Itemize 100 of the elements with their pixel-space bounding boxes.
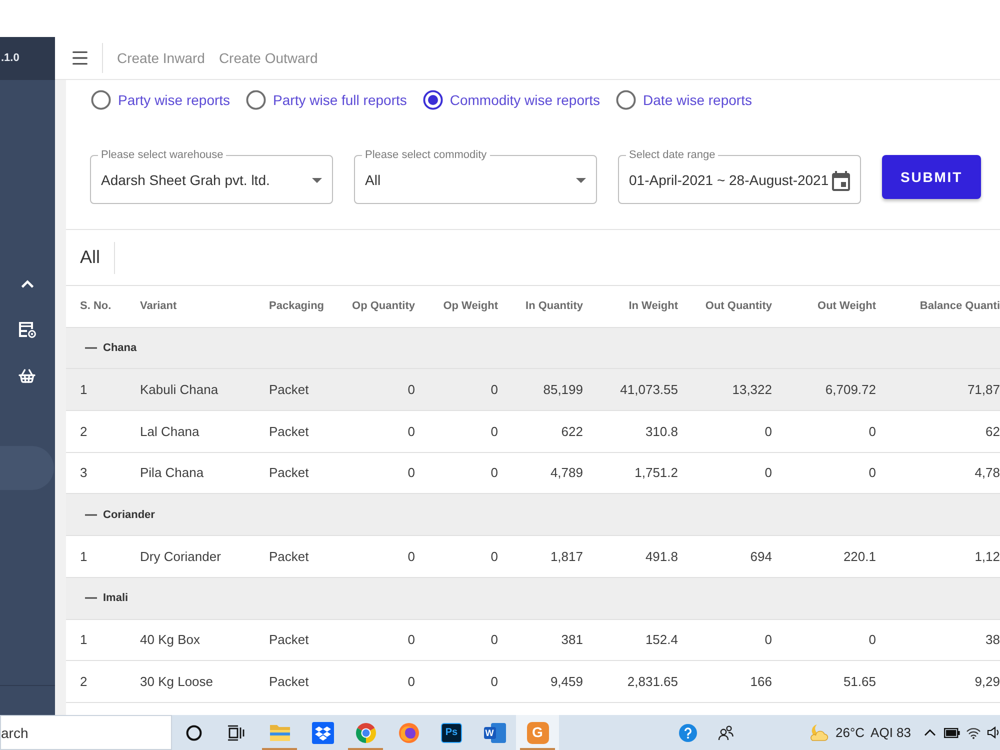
table-cell-text: Pila Chana <box>139 464 205 482</box>
open-box-logo-icon <box>312 722 334 744</box>
column-header: Variant <box>139 299 178 314</box>
report-type-option[interactable]: Party wise reports <box>91 90 230 110</box>
table-cell-text: 0 <box>406 380 415 399</box>
table-cell-text: 0 <box>406 464 415 482</box>
table-cell-text: 0 <box>764 464 772 482</box>
fox-browser-logo-icon <box>398 722 420 744</box>
table-cell-text: 4,78 <box>974 464 1000 482</box>
select-field[interactable]: Please select commodity All <box>354 150 597 204</box>
table-cell-text: 6,709.72 <box>824 380 876 399</box>
folder-icon <box>268 724 290 742</box>
battery-icon[interactable] <box>944 728 960 738</box>
table-cell-text: Lal Chana <box>139 422 200 441</box>
browser-logo-icon <box>354 722 376 744</box>
table-cell-text: 62 <box>984 422 1000 441</box>
table-cell-text: 9,29 <box>974 672 1000 691</box>
table-cell-text: 0 <box>868 631 876 650</box>
table-cell-text: 2 <box>79 422 88 441</box>
basket-icon <box>18 367 36 385</box>
table-cell-text: Packet <box>268 631 310 650</box>
dropdown-caret-icon <box>312 178 322 183</box>
help-icon <box>679 724 698 742</box>
weather-button[interactable]: 26°C AQI 83 <box>809 715 911 750</box>
taskbar-button[interactable]: W <box>473 715 516 750</box>
table-cell-text: 30 Kg Loose <box>139 672 214 691</box>
table-cell-text: 0 <box>406 631 415 650</box>
table-cell-text: 71,87 <box>966 380 1000 399</box>
table-cell-text: 0 <box>490 422 498 441</box>
table-cell-text: 0 <box>406 422 415 441</box>
chevron-up-icon[interactable] <box>924 729 936 736</box>
dropdown-caret-icon <box>576 178 586 183</box>
people-icon <box>718 724 734 740</box>
table-cell-text: 0 <box>490 672 498 691</box>
air-quality-text: AQI 83 <box>870 724 911 742</box>
task-view-icon <box>228 724 245 740</box>
volume-icon[interactable] <box>987 726 1000 739</box>
select-field[interactable]: Please select warehouse Adarsh Sheet Grah pvt. ltd. <box>90 150 333 204</box>
table-cell-text: 220.1 <box>842 548 876 566</box>
table-row[interactable]: 1 Kabuli Chana Packet 0 0 85,199 41,073.55 13,322 6,709.72 71,87 <box>66 369 1000 412</box>
column-header: Out Weight <box>816 299 876 314</box>
table-cell-text: Dry Coriander <box>139 548 222 566</box>
weather-icon <box>809 724 830 741</box>
table-cell-text: Packet <box>268 422 310 441</box>
group-label: Coriander <box>103 508 155 523</box>
table-cell-text: 9,459 <box>549 672 583 691</box>
table-title: All <box>80 246 100 269</box>
table-row[interactable]: 1 40 Kg Box Packet 0 0 381 152.4 0 0 38 <box>66 620 1000 662</box>
table-cell-text: 0 <box>406 548 415 566</box>
table-cell-text: 0 <box>764 422 772 441</box>
table-cell-text: 13,322 <box>731 380 772 399</box>
chevron-up-icon <box>20 280 34 288</box>
calendar-icon <box>832 170 850 190</box>
table-cell-text: 0 <box>764 631 772 650</box>
table-cell-text: Packet <box>268 464 310 482</box>
table-cell-text: Packet <box>268 548 310 566</box>
table-cell-text: 622 <box>560 422 583 441</box>
table-cell-text: 51.65 <box>842 672 876 691</box>
taskbar-button[interactable]: Ps <box>430 715 473 750</box>
table-cell-text: 0 <box>490 631 498 650</box>
table-cell-text: Packet <box>268 672 310 691</box>
column-header: Balance Quanti <box>918 299 1000 314</box>
table-cell-text: 38 <box>984 631 1000 650</box>
table-cell-text: 152.4 <box>644 631 678 650</box>
date-range-field[interactable]: Select date range 01-April-2021 ~ 28-August-2021 <box>618 150 861 204</box>
table-cell-text: 2 <box>79 672 88 691</box>
table-cell-text: 381 <box>560 631 583 650</box>
table-cell-text: 1,817 <box>549 548 583 566</box>
table-cell-text: 0 <box>868 464 876 482</box>
table-cell-text: 1,751.2 <box>634 464 678 482</box>
report-type-option[interactable]: Party wise full reports <box>246 90 407 110</box>
wifi-icon[interactable] <box>966 726 981 739</box>
table-cell-text: 1 <box>79 548 88 566</box>
table-cell-text: 491.8 <box>644 548 678 566</box>
report-type-option[interactable]: Date wise reports <box>616 90 752 110</box>
column-header: Op Weight <box>442 299 498 314</box>
field-label: Please select warehouse <box>100 150 224 161</box>
table-cell-text: 1 <box>79 631 88 650</box>
table-cell-text: 41,073.55 <box>619 380 678 399</box>
table-cell-text: 0 <box>868 422 876 441</box>
table-cell-text: 694 <box>749 548 772 566</box>
group-row[interactable]: Chana <box>66 328 1000 370</box>
column-header: Out Quantity <box>704 299 772 314</box>
group-row[interactable]: Coriander <box>66 494 1000 536</box>
temperature-text: 26°C <box>835 724 865 742</box>
search-field[interactable]: arch <box>0 715 172 750</box>
group-row[interactable]: Imali <box>66 578 1000 620</box>
group-label: Chana <box>103 340 137 356</box>
column-header: In Weight <box>628 299 678 314</box>
ring-icon <box>186 724 202 740</box>
column-header: Packaging <box>268 299 326 314</box>
table-cell-text: 3 <box>79 464 88 482</box>
table-cell-text: 1 <box>79 380 88 399</box>
table-cell-text: 1,12 <box>974 548 1000 566</box>
table-cell-text: 0 <box>490 548 498 566</box>
column-header: In Quantity <box>524 299 583 314</box>
table-cell-text: 0 <box>406 672 415 691</box>
column-header: Op Quantity <box>351 299 415 314</box>
report-type-option[interactable]: Commodity wise reports <box>422 90 600 110</box>
submit-button[interactable]: SUBMIT <box>882 155 981 199</box>
